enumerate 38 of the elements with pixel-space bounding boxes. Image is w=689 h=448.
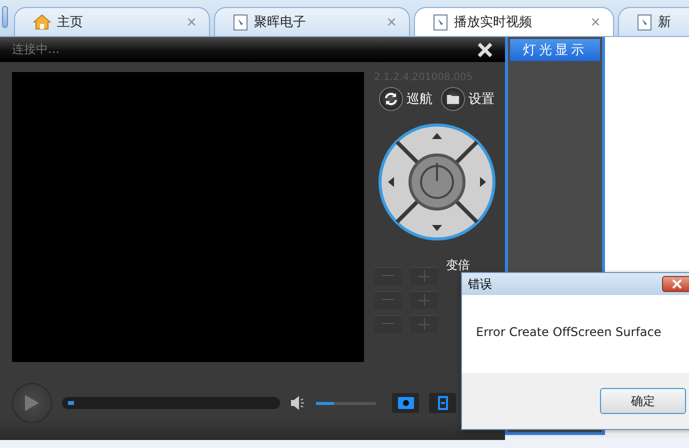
zoom-label: 变倍 <box>446 256 470 274</box>
close-icon <box>477 42 493 58</box>
browser-tab[interactable]: 主页 × <box>14 7 210 36</box>
camera-icon <box>398 397 414 409</box>
close-icon <box>672 279 682 289</box>
control-button[interactable]: 巡航 <box>378 87 432 111</box>
direction-pad[interactable] <box>378 123 496 241</box>
tab-close-button[interactable]: × <box>590 14 601 30</box>
panel-title[interactable]: 灯光显示 <box>510 39 600 61</box>
minus-icon <box>382 275 394 277</box>
minus-icon <box>382 299 394 301</box>
folder-icon <box>446 93 460 105</box>
play-button[interactable] <box>12 383 52 423</box>
ok-button[interactable]: 确定 <box>600 388 686 414</box>
connection-status: 连接中... <box>12 41 60 58</box>
speaker-icon[interactable] <box>290 395 306 411</box>
snapshot-button[interactable] <box>392 393 419 413</box>
error-message: Error Create OffScreen Surface <box>475 324 662 341</box>
control-button[interactable]: 设置 <box>440 87 494 111</box>
plus-icon <box>418 270 430 282</box>
refresh-icon <box>384 92 398 106</box>
play-icon <box>25 395 39 411</box>
page-icon <box>433 14 448 30</box>
dialog-close-button[interactable] <box>662 276 689 292</box>
browser-tab[interactable]: 播放实时视频 × <box>414 7 614 36</box>
close-button[interactable] <box>477 42 493 58</box>
page-icon <box>233 14 248 30</box>
page-icon <box>637 14 652 30</box>
record-button[interactable] <box>429 393 456 413</box>
volume-slider[interactable] <box>316 402 376 404</box>
dialog-title: 错误 <box>468 276 492 292</box>
browser-tab[interactable]: 新 <box>618 7 689 36</box>
browser-tab[interactable]: 聚晖电子 × <box>214 7 410 36</box>
home-icon <box>33 14 51 30</box>
minus-icon <box>382 323 394 325</box>
film-icon <box>438 396 448 410</box>
plus-icon <box>418 318 430 330</box>
plus-icon <box>418 294 430 306</box>
